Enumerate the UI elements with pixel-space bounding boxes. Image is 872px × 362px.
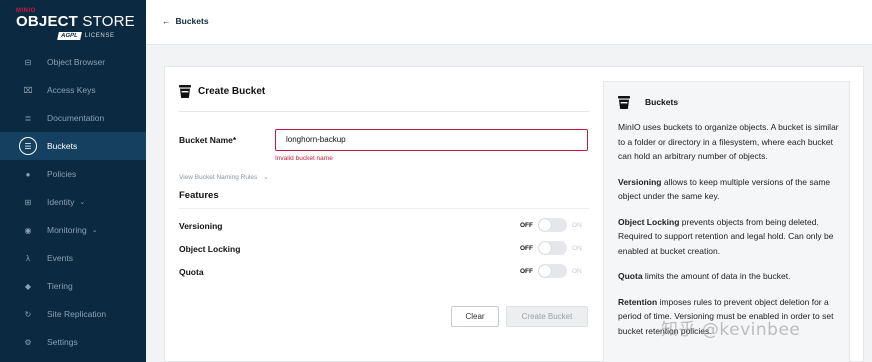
toggle-off-label: OFF	[520, 244, 533, 252]
sidebar-item-events[interactable]: λ Events	[0, 244, 146, 272]
help-title: Buckets	[618, 92, 849, 112]
breadcrumb: Buckets	[175, 16, 209, 26]
sidebar-item-buckets[interactable]: ☰ Buckets	[0, 132, 146, 160]
identity-icon: ⊞	[24, 197, 32, 207]
sidebar-item-object-browser[interactable]: ⊟ Object Browser	[0, 48, 146, 76]
sidebar-item-monitoring[interactable]: ◉ Monitoring ⌄	[0, 216, 146, 244]
quota-toggle[interactable]: OFF ON	[520, 264, 582, 278]
toggle-on-label: ON	[572, 221, 582, 229]
chevron-down-icon: ⌄	[91, 227, 98, 234]
versioning-toggle[interactable]: OFF ON	[520, 218, 582, 232]
sidebar-item-label: Events	[47, 253, 73, 263]
toggle-on-label: ON	[572, 267, 582, 275]
help-quota: Quota limits the amount of data in the b…	[618, 271, 791, 281]
help-versioning: Versioning allows to keep multiple versi…	[618, 176, 831, 202]
sidebar-item-label: Buckets	[47, 141, 78, 151]
agpl-badge: AGPL	[57, 32, 82, 40]
help-object-locking: Object Locking prevents objects from bei…	[618, 216, 834, 256]
object-locking-label: Object Locking	[179, 244, 241, 254]
toggle-switch[interactable]	[538, 218, 567, 232]
sidebar-item-label: Settings	[47, 337, 78, 347]
sidebar-item-label: Monitoring	[47, 225, 87, 235]
search-icon: ◉	[24, 225, 32, 235]
bucket-name-error: Invalid bucket name	[275, 155, 333, 162]
sidebar-item-label: Site Replication	[47, 309, 107, 319]
bucket-name-input[interactable]: longhorn-backup	[275, 129, 588, 151]
document-icon: ≣	[24, 113, 32, 123]
object-locking-toggle[interactable]: OFF ON	[520, 241, 582, 255]
sidebar-item-documentation[interactable]: ≣ Documentation	[0, 104, 146, 132]
key-icon: ⌧	[23, 85, 33, 95]
sidebar: MINIO OBJECT STORE AGPL LICENSE ⊟ Object…	[0, 0, 146, 362]
tiering-icon: ◆	[24, 281, 32, 291]
sidebar-nav: ⊟ Object Browser ⌧ Access Keys ≣ Documen…	[0, 48, 146, 356]
bucket-name-label: Bucket Name*	[179, 135, 237, 145]
arrow-left-icon: ←	[162, 16, 171, 26]
sidebar-item-label: Identity	[47, 197, 75, 207]
quota-label: Quota	[179, 267, 204, 277]
help-title-text: Buckets	[645, 97, 679, 107]
sidebar-item-access-keys[interactable]: ⌧ Access Keys	[0, 76, 146, 104]
form-title-text: Create Bucket	[198, 85, 266, 97]
sidebar-item-label: Tiering	[47, 281, 73, 291]
toggle-switch[interactable]	[538, 264, 567, 278]
help-intro: MinIO uses buckets to organize objects. …	[618, 122, 839, 161]
minio-logo: MINIO OBJECT STORE AGPL LICENSE	[16, 8, 136, 40]
sidebar-item-label: Policies	[47, 169, 77, 179]
bucket-icon	[179, 84, 191, 98]
lambda-icon: λ	[26, 253, 30, 263]
divider	[179, 111, 589, 112]
naming-rules-text: View Bucket Naming Rules	[179, 174, 258, 181]
versioning-label: Versioning	[179, 221, 223, 231]
replication-icon: ↻	[24, 309, 32, 319]
chevron-down-icon: ⌄	[263, 174, 269, 181]
sidebar-item-identity[interactable]: ⊞ Identity ⌄	[0, 188, 146, 216]
clear-button[interactable]: Clear	[451, 306, 499, 327]
divider	[179, 208, 589, 209]
sidebar-item-label: Documentation	[47, 113, 105, 123]
back-to-buckets-link[interactable]: ← Buckets	[162, 16, 209, 26]
logo-name: OBJECT STORE	[16, 13, 135, 30]
object-browser-icon: ⊟	[24, 57, 32, 67]
sidebar-item-policies[interactable]: ● Policies	[0, 160, 146, 188]
gear-icon: ⚙	[24, 337, 32, 347]
watermark: 知乎 @kevinbee	[661, 320, 801, 340]
toggle-switch[interactable]	[538, 241, 567, 255]
license-badge: AGPL LICENSE	[16, 32, 136, 40]
shield-icon: ●	[25, 169, 31, 179]
toggle-on-label: ON	[572, 244, 582, 252]
sidebar-item-tiering[interactable]: ◆ Tiering	[0, 272, 146, 300]
toggle-off-label: OFF	[520, 221, 533, 229]
sidebar-item-settings[interactable]: ⚙ Settings	[0, 328, 146, 356]
features-heading: Features	[179, 190, 219, 201]
bucket-icon: ☰	[19, 137, 37, 155]
sidebar-item-site-replication[interactable]: ↻ Site Replication	[0, 300, 146, 328]
sidebar-item-label: Access Keys	[47, 85, 96, 95]
bucket-icon	[618, 95, 630, 109]
page-header: ← Buckets	[146, 0, 872, 45]
create-bucket-form: Create Bucket Bucket Name* longhorn-back…	[179, 81, 589, 327]
sidebar-item-label: Object Browser	[47, 57, 106, 67]
form-title: Create Bucket	[179, 81, 589, 101]
license-text: LICENSE	[84, 33, 115, 39]
chevron-down-icon: ⌄	[79, 199, 86, 206]
toggle-off-label: OFF	[520, 267, 533, 275]
create-bucket-button[interactable]: Create Bucket	[506, 306, 588, 327]
naming-rules-link[interactable]: View Bucket Naming Rules ⌄	[179, 173, 269, 181]
